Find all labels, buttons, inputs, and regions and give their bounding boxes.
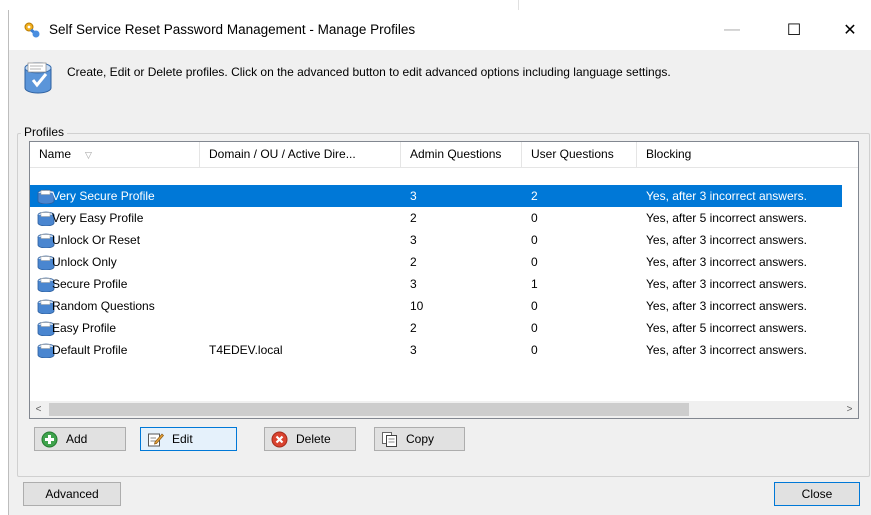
profile-blocking: Yes, after 5 incorrect answers.	[646, 211, 807, 225]
background-divider	[518, 0, 519, 10]
profile-domain	[209, 229, 399, 251]
profile-blocking: Yes, after 3 incorrect answers.	[646, 233, 807, 247]
profile-user-questions: 1	[531, 277, 538, 291]
profile-blocking: Yes, after 3 incorrect answers.	[646, 255, 807, 269]
profile-user-questions: 2	[531, 189, 538, 203]
list-header: Name ▽ Domain / OU / Active Dire... Admin…	[30, 142, 858, 168]
profile-name: Unlock Only	[52, 255, 117, 269]
column-admin-questions-label: Admin Questions	[410, 147, 502, 161]
minimize-icon: —	[724, 21, 740, 38]
list-item[interactable]: Very Easy Profile 2 0 Yes, after 5 incor…	[30, 207, 842, 229]
title-bar[interactable]: Self Service Reset Password Management -…	[9, 10, 871, 50]
profile-name: Very Secure Profile	[52, 189, 155, 203]
profile-admin-questions: 3	[410, 189, 417, 203]
profile-name: Easy Profile	[52, 321, 117, 335]
profile-user-questions: 0	[531, 211, 538, 225]
copy-button-label: Copy	[406, 432, 435, 446]
window-title: Self Service Reset Password Management -…	[49, 22, 416, 37]
profile-name: Very Easy Profile	[52, 211, 144, 225]
add-button-label: Add	[66, 432, 88, 446]
profile-user-questions: 0	[531, 343, 538, 357]
app-key-icon	[24, 22, 40, 38]
profile-user-questions: 0	[531, 255, 538, 269]
scroll-thumb[interactable]	[49, 403, 689, 416]
profile-domain	[209, 317, 399, 339]
list-item[interactable]: Random Questions 10 0 Yes, after 3 incor…	[30, 295, 842, 317]
profile-user-questions: 0	[531, 299, 538, 313]
profile-admin-questions: 2	[410, 211, 417, 225]
header-description: Create, Edit or Delete profiles. Click o…	[67, 65, 671, 79]
copy-button[interactable]: Copy	[374, 427, 465, 451]
close-button[interactable]: Close	[774, 482, 860, 506]
horizontal-scrollbar[interactable]: < >	[30, 401, 858, 418]
profile-admin-questions: 3	[410, 277, 417, 291]
background-strip	[0, 0, 871, 10]
delete-button[interactable]: Delete	[264, 427, 356, 451]
sort-indicator-icon: ▽	[85, 150, 92, 160]
edit-button-label: Edit	[172, 432, 193, 446]
column-user-questions-label: User Questions	[531, 147, 614, 161]
profile-admin-questions: 10	[410, 299, 424, 313]
delete-icon	[271, 431, 288, 447]
column-name-label: Name	[39, 147, 72, 161]
advanced-button[interactable]: Advanced	[23, 482, 121, 506]
profile-blocking: Yes, after 5 incorrect answers.	[646, 321, 807, 335]
maximize-button[interactable]: ☐	[771, 10, 817, 50]
list-item[interactable]: Secure Profile 3 1 Yes, after 3 incorrec…	[30, 273, 842, 295]
profile-blocking: Yes, after 3 incorrect answers.	[646, 299, 807, 313]
add-icon	[41, 431, 58, 447]
profile-user-questions: 0	[531, 233, 538, 247]
profiles-database-icon	[24, 62, 52, 94]
edit-icon	[148, 432, 164, 446]
advanced-button-label: Advanced	[45, 487, 99, 501]
scroll-right-icon[interactable]: >	[841, 401, 858, 418]
close-button-label: Close	[801, 487, 833, 501]
profile-domain	[209, 207, 399, 229]
column-header-blocking[interactable]: Blocking	[637, 142, 858, 167]
column-header-admin-questions[interactable]: Admin Questions	[401, 142, 522, 167]
column-header-domain[interactable]: Domain / OU / Active Dire...	[200, 142, 401, 167]
edit-button[interactable]: Edit	[140, 427, 237, 451]
profile-domain	[209, 185, 399, 207]
profile-domain	[209, 251, 399, 273]
profile-domain	[209, 273, 399, 295]
profile-admin-questions: 3	[410, 343, 417, 357]
profile-blocking: Yes, after 3 incorrect answers.	[646, 277, 807, 291]
profile-blocking: Yes, after 3 incorrect answers.	[646, 189, 807, 203]
column-header-name[interactable]: Name ▽	[30, 142, 200, 167]
profile-admin-questions: 2	[410, 321, 417, 335]
profile-name: Default Profile	[52, 343, 128, 357]
close-icon: ✕	[843, 22, 857, 39]
maximize-icon: ☐	[786, 22, 802, 39]
column-blocking-label: Blocking	[646, 147, 692, 161]
list-item[interactable]: Easy Profile 2 0 Yes, after 5 incorrect …	[30, 317, 842, 339]
close-window-button[interactable]: ✕	[827, 10, 871, 50]
profile-name: Secure Profile	[52, 277, 128, 291]
copy-icon	[382, 431, 397, 447]
profiles-list[interactable]: Name ▽ Domain / OU / Active Dire... Admin…	[29, 141, 859, 419]
profile-admin-questions: 2	[410, 255, 417, 269]
profile-admin-questions: 3	[410, 233, 417, 247]
delete-button-label: Delete	[296, 432, 331, 446]
minimize-button[interactable]: —	[709, 10, 755, 50]
column-domain-label: Domain / OU / Active Dire...	[209, 147, 356, 161]
manage-profiles-window: Self Service Reset Password Management -…	[8, 10, 871, 515]
profile-name: Unlock Or Reset	[52, 233, 141, 247]
column-header-user-questions[interactable]: User Questions	[522, 142, 637, 167]
list-item[interactable]: Very Secure Profile 3 2 Yes, after 3 inc…	[30, 185, 842, 207]
list-item[interactable]: Unlock Or Reset 3 0 Yes, after 3 incorre…	[30, 229, 842, 251]
profile-blocking: Yes, after 3 incorrect answers.	[646, 343, 807, 357]
profile-domain	[209, 295, 399, 317]
add-button[interactable]: Add	[34, 427, 126, 451]
profile-user-questions: 0	[531, 321, 538, 335]
list-item[interactable]: Default Profile T4EDEV.local 3 0 Yes, af…	[30, 339, 842, 361]
profiles-group-label: Profiles	[21, 125, 68, 139]
list-item[interactable]: Unlock Only 2 0 Yes, after 3 incorrect a…	[30, 251, 842, 273]
profile-name: Random Questions	[52, 299, 155, 313]
scroll-left-icon[interactable]: <	[30, 401, 47, 418]
profile-domain: T4EDEV.local	[209, 343, 283, 357]
